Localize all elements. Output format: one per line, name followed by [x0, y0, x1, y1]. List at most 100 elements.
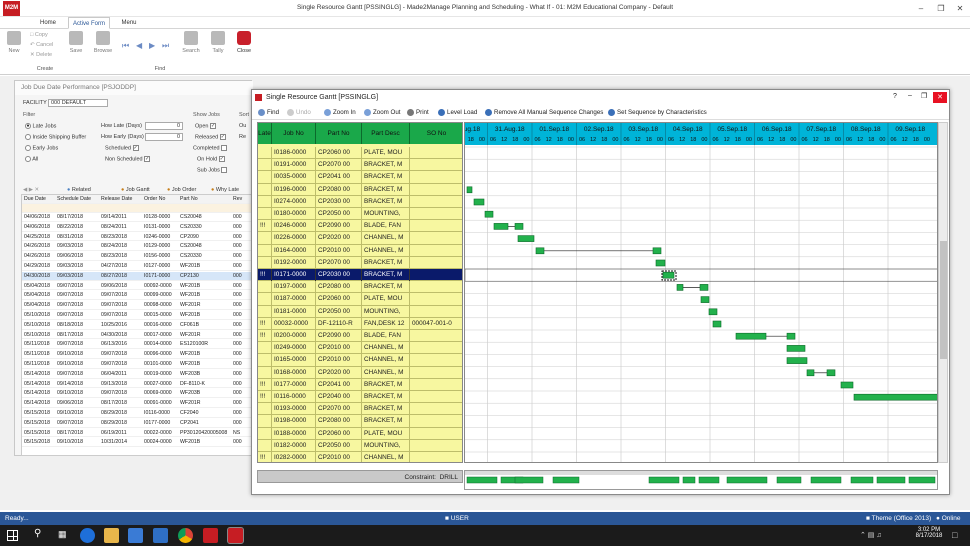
- filter-all[interactable]: All: [25, 156, 38, 162]
- gantt-job-row[interactable]: !!! I0116-0000 CP2040 00 BRACKET, M: [258, 391, 462, 404]
- show-sub-jobs-checkbox[interactable]: Sub Jobs: [197, 167, 228, 173]
- cancel-button[interactable]: ↶ Cancel: [30, 40, 53, 50]
- gantt-job-row[interactable]: I0191-0000 CP2070 00 BRACKET, M: [258, 159, 462, 172]
- table-row[interactable]: 05/14/2018 09/07/2018 06/04/2011 00019-0000…: [22, 370, 252, 379]
- gantt-job-row[interactable]: I0180-0000 CP2050 00 MOUNTING,: [258, 208, 462, 221]
- gantt-job-row[interactable]: I0188-0000 CP2060 00 PLATE, MOU: [258, 427, 462, 440]
- jdd-filter-row[interactable]: [22, 204, 252, 213]
- jdd-col-header[interactable]: Order No: [144, 195, 179, 204]
- gantt-job-row[interactable]: I0274-0000 CP2030 00 BRACKET, M: [258, 195, 462, 208]
- how-late-input[interactable]: 0: [145, 122, 183, 130]
- file-explorer-icon[interactable]: [104, 528, 119, 543]
- gantt-vertical-scrollbar[interactable]: [938, 122, 948, 463]
- print-button[interactable]: Print: [407, 106, 429, 120]
- gantt-job-row[interactable]: I0164-0000 CP2010 00 CHANNEL, M: [258, 244, 462, 257]
- table-row[interactable]: 05/11/2018 09/07/2018 06/13/2016 00014-0000…: [22, 340, 252, 350]
- table-row[interactable]: 05/04/2018 09/07/2018 09/07/2018 00099-0000…: [22, 291, 252, 301]
- gantt-col-header[interactable]: SO No: [410, 123, 462, 144]
- gantt-job-row[interactable]: I0182-0000 CP2050 00 MOUNTING,: [258, 439, 462, 452]
- zoom-in-button[interactable]: Zoom In: [324, 106, 356, 120]
- table-row[interactable]: 04/06/2018 08/22/2018 08/24/2011 I0131-0000…: [22, 223, 252, 232]
- sort-option-2[interactable]: Re: [239, 134, 246, 140]
- zoom-out-button[interactable]: Zoom Out: [364, 106, 401, 120]
- chrome-icon[interactable]: [178, 528, 193, 543]
- gantt-job-row[interactable]: I0187-0000 CP2060 00 PLATE, MOU: [258, 293, 462, 306]
- prev-record-icon[interactable]: ◀: [136, 41, 142, 50]
- gantt-job-row[interactable]: I0192-0000 CP2070 00 BRACKET, M: [258, 256, 462, 269]
- show-open-checkbox[interactable]: Open ✓: [195, 123, 216, 129]
- filter-early-jobs[interactable]: Early Jobs: [25, 145, 58, 151]
- table-row[interactable]: 05/04/2018 09/07/2018 09/06/2018 00092-0000…: [22, 282, 252, 291]
- jdd-col-header[interactable]: Release Date: [101, 195, 143, 204]
- undo-button[interactable]: Undo: [287, 106, 311, 120]
- show-released-checkbox[interactable]: Released ✓: [195, 134, 226, 140]
- gantt-job-row[interactable]: I0198-0000 CP2080 00 BRACKET, M: [258, 415, 462, 428]
- gantt-job-row[interactable]: I0193-0000 CP2070 00 BRACKET, M: [258, 403, 462, 416]
- outlook-icon[interactable]: [153, 528, 168, 543]
- gantt-col-header[interactable]: Job No: [272, 123, 316, 144]
- close-button[interactable]: Close: [234, 31, 254, 54]
- gantt-job-row[interactable]: !!! 00032-0000 DF-12110-R FAN,DESK 12 000047…: [258, 317, 462, 330]
- clock[interactable]: 3:02 PM 8/17/2018: [912, 527, 946, 539]
- scheduled-checkbox[interactable]: Scheduled ✓: [105, 145, 139, 151]
- gantt-job-row[interactable]: I0196-0000 CP2080 00 BRACKET, M: [258, 183, 462, 196]
- table-row[interactable]: 05/11/2018 09/10/2018 09/07/2018 00096-0000…: [22, 350, 252, 359]
- close-icon[interactable]: ✕: [953, 3, 967, 14]
- first-record-icon[interactable]: ⏮: [122, 41, 129, 51]
- table-row[interactable]: 04/25/2018 08/31/2018 08/23/2018 I0246-0000…: [22, 233, 252, 242]
- gantt-job-row[interactable]: I0165-0000 CP2010 00 CHANNEL, M: [258, 354, 462, 367]
- filter-late-jobs[interactable]: ● Late Jobs: [25, 123, 56, 129]
- gantt-job-row[interactable]: !!! I0171-0000 CP2030 00 BRACKET, M: [258, 269, 462, 282]
- remove-sequence-button[interactable]: Remove All Manual Sequence Changes: [485, 106, 603, 120]
- tab-menu[interactable]: Menu: [112, 17, 146, 29]
- gantt-col-header[interactable]: Part No: [316, 123, 362, 144]
- table-row[interactable]: 05/15/2018 09/10/2018 10/31/2014 00024-0000…: [22, 438, 252, 448]
- last-record-icon[interactable]: ⏭: [162, 41, 169, 51]
- gantt-restore-icon[interactable]: ❐: [921, 92, 927, 100]
- tab-home[interactable]: Home: [30, 17, 66, 29]
- how-early-input[interactable]: 0: [145, 133, 183, 141]
- show-completed-checkbox[interactable]: Completed: [193, 145, 228, 151]
- windows-start-icon[interactable]: [7, 530, 18, 541]
- table-row[interactable]: 05/04/2018 09/07/2018 09/07/2018 00098-0000…: [22, 301, 252, 310]
- table-row[interactable]: 05/15/2018 09/10/2018 08/29/2018 I0116-0000…: [22, 409, 252, 418]
- gantt-job-row[interactable]: !!! I0177-0000 CP2041 00 BRACKET, M: [258, 378, 462, 391]
- facility-select[interactable]: 000 DEFAULT: [48, 99, 108, 107]
- new-button[interactable]: New: [4, 31, 24, 54]
- table-row[interactable]: 05/14/2018 09/14/2018 09/13/2018 00027-0000…: [22, 380, 252, 389]
- sort-option-1[interactable]: Ou: [239, 123, 246, 129]
- table-row[interactable]: 04/06/2018 08/17/2018 09/14/2011 I0128-0000…: [22, 213, 252, 222]
- set-sequence-button[interactable]: Set Sequence by Characteristics: [608, 106, 707, 120]
- minimize-icon[interactable]: –: [914, 3, 928, 14]
- gantt-job-row[interactable]: !!! I0200-0000 CP2090 00 BLADE, FAN: [258, 330, 462, 343]
- level-load-button[interactable]: Level Load: [438, 106, 477, 120]
- gantt-chart[interactable]: 30.Aug.18 06 12 18 00 31.Aug.18 06 12 18 00 01.Sep…: [464, 122, 938, 463]
- maximize-icon[interactable]: ❐: [934, 3, 948, 14]
- table-row[interactable]: 05/10/2018 09/07/2018 09/07/2018 00015-0000…: [22, 311, 252, 320]
- tray-icons[interactable]: ⌃ ▤ ♫: [860, 531, 882, 539]
- notification-icon[interactable]: □: [952, 530, 957, 540]
- table-row[interactable]: 05/14/2018 09/06/2018 08/17/2018 00091-0000…: [22, 399, 252, 408]
- m2m-app-icon[interactable]: [203, 528, 218, 543]
- gantt-job-row[interactable]: I0197-0000 CP2080 00 BRACKET, M: [258, 281, 462, 294]
- table-row[interactable]: 04/26/2018 09/03/2018 08/24/2018 I0129-0000…: [22, 242, 252, 252]
- search-button[interactable]: Search: [180, 31, 202, 54]
- tab-active-form[interactable]: Active Form: [68, 17, 110, 29]
- table-row[interactable]: 04/26/2018 09/06/2018 08/23/2018 I0156-0000…: [22, 252, 252, 261]
- why-late-button[interactable]: ● Why Late: [211, 187, 239, 193]
- related-button[interactable]: ● Related: [67, 187, 91, 193]
- table-row[interactable]: 05/14/2018 09/10/2018 09/07/2018 00069-0000…: [22, 389, 252, 399]
- task-view-icon[interactable]: ▦: [58, 529, 67, 540]
- status-theme[interactable]: ■ Theme (Office 2013): [866, 512, 931, 525]
- jdd-col-header[interactable]: Schedule Date: [57, 195, 100, 204]
- table-row[interactable]: 04/30/2018 09/03/2018 08/27/2018 I0171-0000…: [22, 271, 252, 281]
- copy-button[interactable]: □ Copy: [30, 30, 48, 40]
- jdd-col-header[interactable]: Rev: [233, 195, 252, 204]
- gantt-minimize-icon[interactable]: –: [908, 92, 912, 99]
- jdd-col-header[interactable]: Due Date: [24, 195, 56, 204]
- search-taskbar-icon[interactable]: ⚲: [34, 528, 41, 539]
- m2m-planning-icon[interactable]: [227, 527, 244, 544]
- toolbar-nav-icons[interactable]: ◀ ▶ ✕: [23, 187, 39, 193]
- gantt-job-row[interactable]: I0168-0000 CP2020 00 CHANNEL, M: [258, 366, 462, 379]
- job-gantt-button[interactable]: ● Job Gantt: [121, 187, 150, 193]
